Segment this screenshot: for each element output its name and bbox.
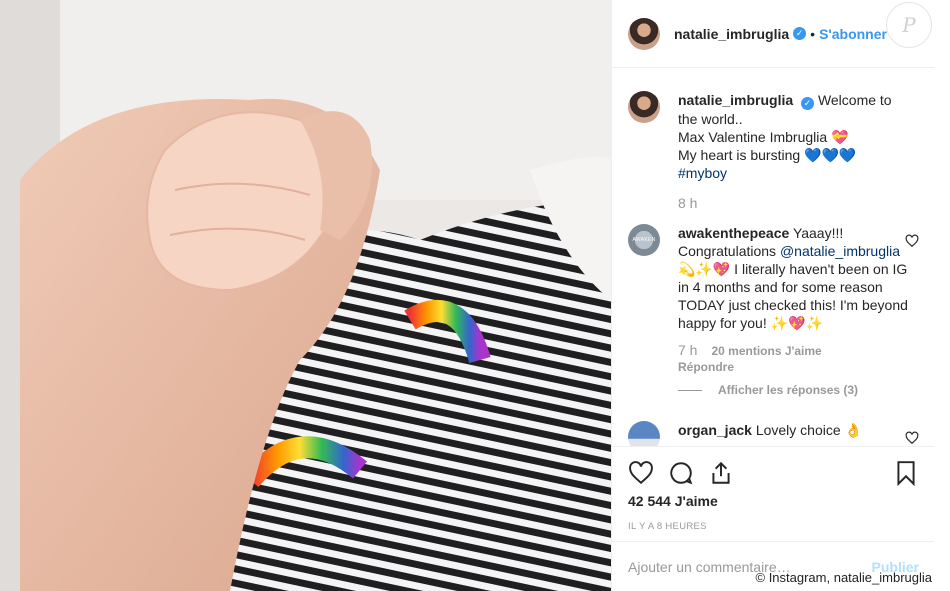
caption-verified-badge-icon: ✓ — [801, 97, 815, 110]
publisher-watermark-logo: P — [886, 2, 932, 48]
commenter-avatar[interactable]: AWAKEN — [628, 224, 660, 256]
caption-time[interactable]: 8 h — [678, 194, 908, 212]
action-icons-row — [628, 447, 919, 499]
like-heart-icon[interactable] — [628, 460, 654, 486]
comment-meta: 7 h 20 mentions J'aime Répondre — [678, 342, 908, 375]
post-photo[interactable] — [0, 0, 611, 591]
comment-bubble-icon[interactable] — [668, 460, 694, 486]
comment-mention[interactable]: @natalie_imbruglia — [780, 243, 900, 259]
comment-item: organ_jack Lovely choice 👌 — [628, 421, 919, 446]
right-margin — [934, 0, 950, 591]
comment-username[interactable]: awakenthepeace — [678, 225, 789, 241]
comment-body: awakenthepeace Yaaay!!! Congratulations … — [678, 224, 908, 399]
caption-comment: natalie_imbruglia ✓ Welcome to the world… — [628, 91, 919, 212]
comment-text: Lovely choice 👌 — [755, 422, 862, 438]
comment-body: organ_jack Lovely choice 👌 — [678, 421, 908, 446]
comment-item: AWAKEN awakenthepeace Yaaay!!! Congratul… — [628, 224, 919, 399]
save-bookmark-icon[interactable] — [893, 460, 919, 486]
post-actions: 42 544 J'aime IL Y A 8 HEURES — [612, 446, 935, 541]
post-header: natalie_imbruglia ✓ • S'abonner P — [612, 0, 934, 68]
reply-button[interactable]: Répondre — [678, 360, 734, 374]
comments-list[interactable]: natalie_imbruglia ✓ Welcome to the world… — [612, 69, 935, 446]
caption-line-2: Max Valentine Imbruglia 💝 — [678, 129, 849, 145]
caption-username[interactable]: natalie_imbruglia — [678, 92, 793, 108]
view-replies-label: Afficher les réponses (3) — [718, 383, 859, 397]
comment-text-end: 💫✨💖 I literally haven't been on IG in 4 … — [678, 261, 908, 331]
post-time-ago[interactable]: IL Y A 8 HEURES — [628, 521, 919, 532]
author-username[interactable]: natalie_imbruglia — [674, 26, 789, 42]
header-separator: • — [810, 25, 816, 42]
comment-username[interactable]: organ_jack — [678, 422, 752, 438]
caption-body: natalie_imbruglia ✓ Welcome to the world… — [678, 91, 908, 212]
likes-count[interactable]: 42 544 J'aime — [628, 493, 919, 509]
comment-likes-count[interactable]: 20 mentions J'aime — [711, 344, 821, 358]
photo-credit: © Instagram, natalie_imbruglia — [755, 570, 933, 585]
comment-like-heart-icon[interactable] — [905, 234, 919, 248]
verified-badge-icon: ✓ — [793, 27, 807, 40]
follow-button[interactable]: S'abonner — [819, 26, 887, 42]
caption-avatar[interactable] — [628, 91, 660, 123]
view-replies-line — [678, 389, 702, 391]
share-icon[interactable] — [708, 460, 734, 486]
post-side-panel: natalie_imbruglia ✓ • S'abonner P natali… — [611, 0, 935, 591]
photo-illustration — [0, 0, 611, 591]
author-avatar[interactable] — [628, 17, 660, 50]
caption-hashtag[interactable]: #myboy — [678, 165, 727, 181]
comment-time[interactable]: 7 h — [678, 342, 697, 358]
comment-like-heart-icon[interactable] — [905, 431, 919, 445]
caption-line-3: My heart is bursting 💙💙💙 — [678, 147, 857, 163]
view-replies-button[interactable]: Afficher les réponses (3) — [678, 381, 908, 399]
commenter-avatar[interactable] — [628, 421, 660, 446]
